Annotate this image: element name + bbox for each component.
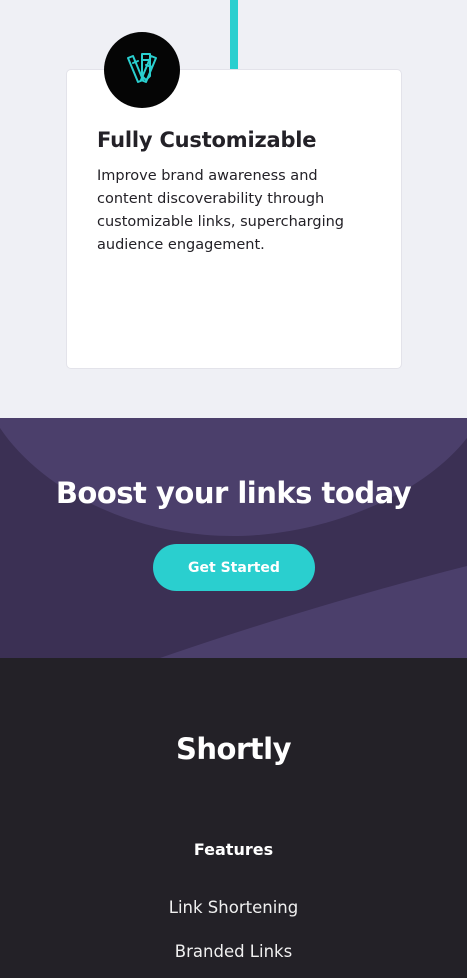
fully-customizable-icon: [104, 32, 180, 108]
card-connector-line: [230, 0, 238, 72]
feature-card-description: Improve brand awareness and content disc…: [97, 168, 344, 253]
footer: Shortly Features Link Shortening Branded…: [0, 658, 467, 978]
boost-section: Boost your links today Get Started: [0, 418, 467, 658]
features-section: Fully Customizable Improve brand awarene…: [0, 0, 467, 418]
footer-link-branded-links[interactable]: Branded Links: [0, 942, 467, 961]
footer-features-heading: Features: [193, 840, 274, 859]
boost-background-pattern: [0, 418, 467, 658]
get-started-button[interactable]: Get Started: [153, 544, 315, 591]
footer-logo[interactable]: Shortly: [0, 732, 467, 766]
footer-link-link-shortening[interactable]: Link Shortening: [0, 898, 467, 917]
boost-title: Boost your links today: [55, 476, 412, 510]
feature-card-title: Fully Customizable: [97, 128, 317, 152]
